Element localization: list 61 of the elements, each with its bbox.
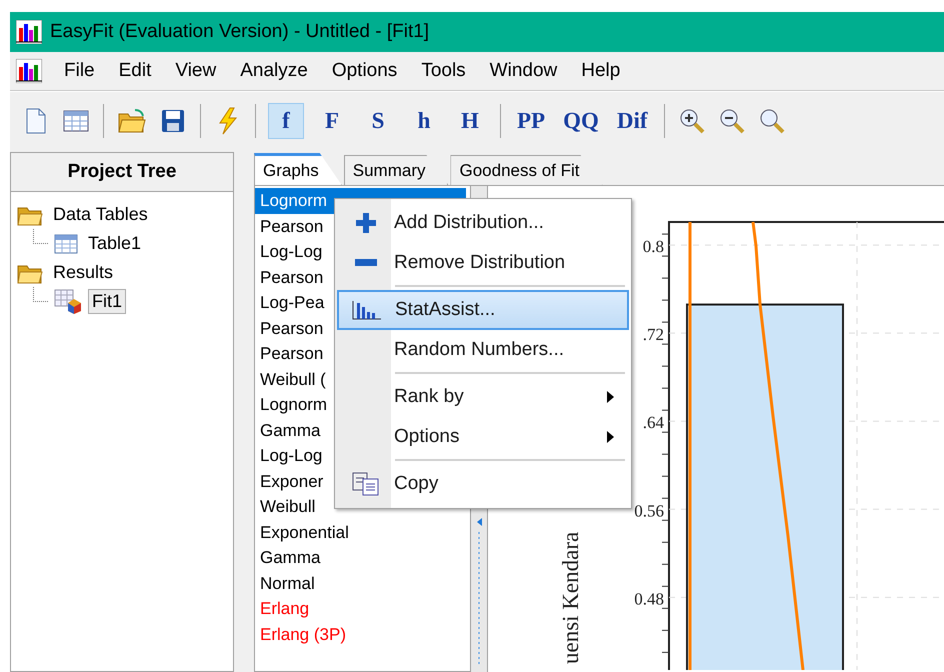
distribution-item[interactable]: Exponential [255, 520, 470, 545]
graph-type-button[interactable]: f [268, 103, 304, 139]
tick-label: .64 [642, 413, 664, 432]
tab[interactable]: Summary [344, 155, 448, 185]
distribution-item[interactable]: Normal [255, 570, 470, 596]
zoom-in-icon [678, 107, 706, 135]
panel-header: Project Tree [11, 153, 233, 192]
minus-icon [355, 259, 377, 267]
menu-item[interactable]: Options [337, 417, 629, 457]
menu-item[interactable]: Remove Distribution [337, 243, 629, 283]
copy-icon [352, 472, 380, 496]
submenu-arrow-icon [607, 431, 614, 443]
menu-item[interactable]: Rank by [337, 377, 629, 417]
graph-type-button[interactable]: PP [513, 103, 550, 139]
folder-icon [117, 108, 147, 134]
tick-label: 0.48 [634, 589, 664, 608]
tick-label: 0.8 [642, 237, 664, 256]
menu-item[interactable]: View [163, 56, 228, 86]
distribution-item[interactable]: Erlang [255, 596, 470, 622]
bar-chart-icon [352, 300, 382, 320]
zoom-out-icon [718, 107, 746, 135]
graph-type-button[interactable]: F [314, 103, 350, 139]
menu-item[interactable]: Analyze [228, 56, 320, 86]
menu-item[interactable]: Tools [409, 56, 478, 86]
graph-type-button[interactable]: h [406, 103, 442, 139]
menu-item[interactable]: Window [478, 56, 570, 86]
menu-item[interactable]: Copy [337, 464, 629, 504]
splitter-handle-icon[interactable] [475, 516, 483, 666]
table-icon [63, 110, 89, 132]
app-logo-icon [16, 20, 42, 44]
tree-item[interactable]: Data Tables [49, 202, 152, 227]
graph-type-button[interactable]: Dif [612, 103, 652, 139]
menu-logo-icon [16, 59, 42, 83]
tree-item[interactable]: Results [49, 260, 118, 285]
menu-item[interactable]: StatAssist... [337, 290, 629, 330]
search-icon [758, 107, 786, 135]
distribution-item[interactable]: Erlang (3P) [255, 622, 470, 647]
graph-type-button[interactable]: H [452, 103, 488, 139]
distribution-item[interactable]: Gamma [255, 545, 470, 570]
tab[interactable]: Graphs [254, 153, 342, 185]
tick-label: 0.56 [634, 501, 664, 520]
plus-icon [355, 212, 377, 234]
tree-item[interactable]: Table1 [84, 231, 146, 256]
window-title: EasyFit (Evaluation Version) - Untitled - [Fit1] [50, 21, 430, 43]
menu-item[interactable]: Edit [106, 56, 164, 86]
submenu-arrow-icon [607, 391, 614, 403]
tick-label: .72 [642, 325, 664, 344]
menu-item[interactable]: Add Distribution... [337, 203, 629, 243]
tab[interactable]: Goodness of Fit [450, 155, 602, 185]
fit-icon [54, 288, 82, 314]
lightning-icon [217, 107, 239, 135]
tree-item[interactable]: Fit1 [88, 289, 126, 314]
menu-item[interactable]: Help [569, 56, 632, 86]
graph-type-button[interactable]: S [360, 103, 396, 139]
axis-title: uensi Kendara [558, 532, 583, 664]
table-icon [54, 234, 78, 254]
document-icon [25, 108, 47, 134]
menu-item[interactable]: Options [320, 56, 410, 86]
graph-type-button[interactable]: QQ [559, 103, 603, 139]
menu-item[interactable]: File [52, 56, 107, 86]
menu-item[interactable]: Random Numbers... [337, 330, 629, 370]
